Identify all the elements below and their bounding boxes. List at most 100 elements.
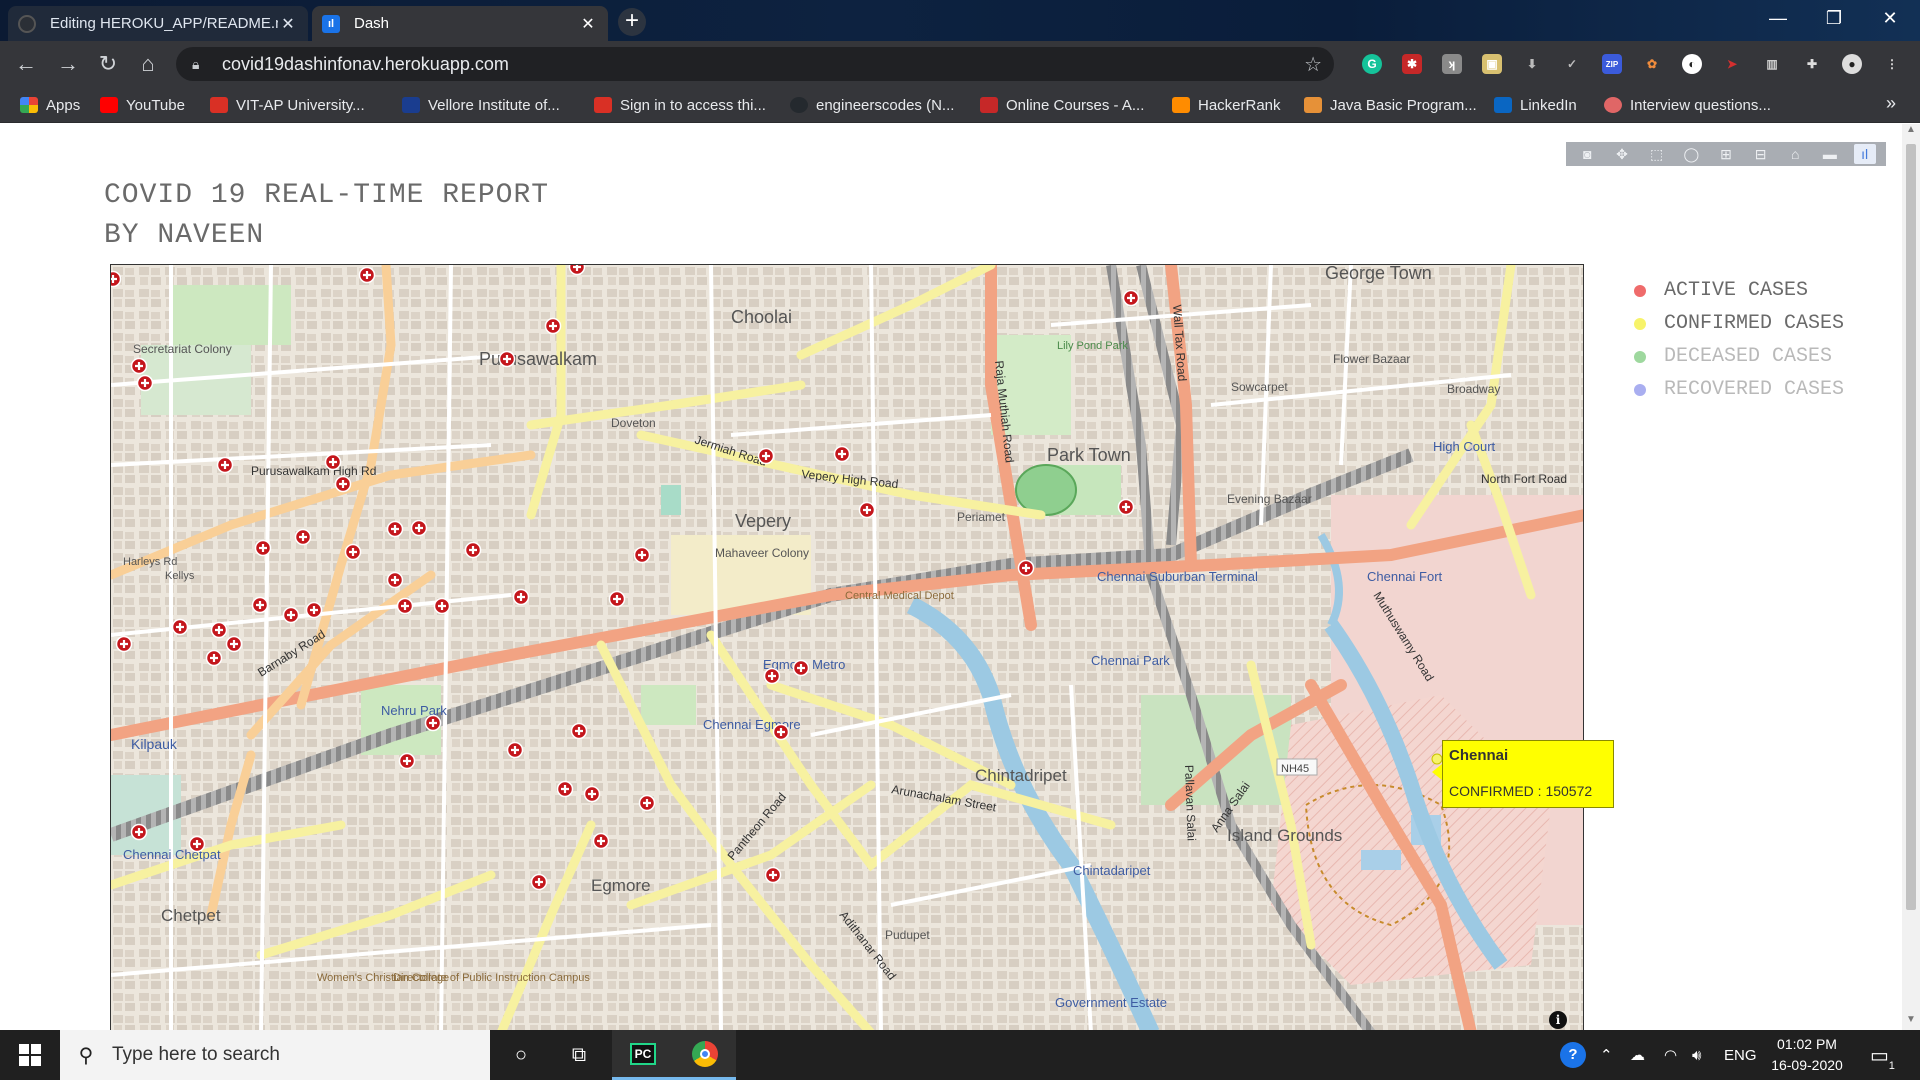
reload-button[interactable]: ↻	[92, 48, 124, 80]
volume-icon[interactable]: 🔊︎	[1692, 1030, 1701, 1080]
eraser-icon[interactable]: ▬	[1819, 144, 1841, 164]
tab-close-icon[interactable]: ✕	[578, 14, 598, 34]
bookmark-engineerscodes[interactable]: engineerscodes (N...	[790, 95, 954, 115]
bookmark-vit-ap[interactable]: VIT-AP University...	[210, 95, 365, 115]
linkedin-icon	[1494, 97, 1512, 113]
bookmark-label: Vellore Institute of...	[428, 96, 560, 114]
map-label: Pudupet	[885, 928, 930, 942]
check-extension-icon[interactable]: ✓	[1562, 54, 1582, 74]
scroll-down-icon[interactable]: ▼	[1902, 1014, 1920, 1030]
zoom-in-icon[interactable]: ⊞	[1715, 144, 1737, 164]
udemy-icon	[980, 97, 998, 113]
task-view-icon[interactable]: ⧉	[548, 1030, 610, 1080]
legend-item-confirmed[interactable]: CONFIRMED CASES	[1634, 307, 1844, 340]
tab-close-icon[interactable]: ✕	[278, 14, 298, 34]
page-scrollbar[interactable]: ▲ ▼	[1902, 124, 1920, 1030]
grammarly-icon[interactable]: G	[1362, 54, 1382, 74]
hospital-marker	[568, 265, 586, 276]
help-icon[interactable]: ?	[1560, 1030, 1586, 1080]
tooltip-pointer	[1432, 764, 1442, 780]
start-button[interactable]	[0, 1030, 60, 1080]
map-label: Kellys	[165, 570, 195, 582]
address-bar[interactable]: 🔒︎ covid19dashinfonav.herokuapp.com ☆	[176, 47, 1334, 81]
zoom-out-icon[interactable]: ⊟	[1750, 144, 1772, 164]
lasso-select-icon[interactable]: ◯	[1680, 144, 1702, 164]
extension-icon[interactable]: ◐	[1682, 54, 1702, 74]
bookmark-java-basic[interactable]: Java Basic Program...	[1304, 95, 1477, 115]
back-button[interactable]: ←	[10, 48, 42, 80]
bookmark-linkedin[interactable]: LinkedIn	[1494, 95, 1577, 115]
new-tab-button[interactable]: +	[618, 8, 646, 36]
bookmark-sign-in[interactable]: Sign in to access thi...	[594, 95, 766, 115]
bookmark-star-icon[interactable]: ☆	[1304, 52, 1322, 77]
chrome-taskbar-icon[interactable]	[674, 1030, 736, 1080]
puzzle-extensions-icon[interactable]: ✚	[1802, 54, 1822, 74]
reset-view-icon[interactable]: ⌂	[1784, 144, 1806, 164]
github-icon	[790, 97, 808, 113]
home-button[interactable]: ⌂	[132, 48, 164, 80]
url-text: covid19dashinfonav.herokuapp.com	[222, 53, 509, 74]
hospital-marker	[570, 722, 588, 740]
bookmark-youtube[interactable]: YouTube	[100, 95, 185, 115]
bookmark-vellore[interactable]: Vellore Institute of...	[402, 95, 560, 115]
camera-icon[interactable]: ◙	[1576, 144, 1598, 164]
chennai-point[interactable]	[1431, 753, 1443, 765]
info-icon[interactable]: i	[1549, 1011, 1567, 1029]
bookmark-hackerrank[interactable]: HackerRank	[1172, 95, 1281, 115]
title-line-2: BY NAVEEN	[104, 220, 265, 251]
hospital-marker	[130, 823, 148, 841]
taskbar-clock[interactable]: 01:02 PM 16-09-2020	[1752, 1034, 1862, 1076]
legend-label: RECOVERED CASES	[1664, 378, 1845, 401]
bookmark-label: Online Courses - A...	[1006, 96, 1145, 114]
bookmarks-overflow-button[interactable]: »	[1886, 93, 1896, 114]
taskbar-search-input[interactable]: ⚲ Type here to search	[60, 1030, 490, 1080]
hospital-marker	[833, 445, 851, 463]
onedrive-icon[interactable]: ☁	[1630, 1030, 1645, 1080]
legend-item-recovered[interactable]: RECOVERED CASES	[1634, 373, 1844, 406]
tray-chevron-icon[interactable]: ⌃	[1600, 1030, 1613, 1080]
scroll-up-icon[interactable]: ▲	[1902, 124, 1920, 140]
youtube-icon	[100, 97, 118, 113]
bookmark-apps[interactable]: Apps	[20, 95, 80, 115]
tab-editing-readme[interactable]: Editing HEROKU_APP/README.m ✕	[8, 6, 308, 41]
close-window-button[interactable]: ✕	[1862, 0, 1918, 36]
minimize-button[interactable]: —	[1750, 0, 1806, 36]
browser-tab-strip: Editing HEROKU_APP/README.m ✕ ıl Dash ✕ …	[0, 0, 1920, 41]
hover-tooltip: Chennai CONFIRMED : 150572	[1442, 740, 1614, 808]
extension-icon[interactable]: ✱	[1402, 54, 1422, 74]
legend-item-active[interactable]: ACTIVE CASES	[1634, 274, 1844, 307]
wifi-icon[interactable]: ◠	[1664, 1030, 1677, 1080]
cortana-icon[interactable]: ○	[490, 1030, 552, 1080]
zip-extension-icon[interactable]: ZIP	[1602, 54, 1622, 74]
reading-list-icon[interactable]: ▥	[1762, 54, 1782, 74]
map-view[interactable]: Choolai Purusawalkam Secretariat Colony …	[110, 264, 1584, 1032]
hospital-marker	[792, 659, 810, 677]
avatar[interactable]: ●	[1842, 54, 1862, 74]
notification-center-icon[interactable]: ▭ 1	[1870, 1030, 1895, 1080]
map-label: Egmore	[591, 876, 651, 895]
extension-icon[interactable]: ✿	[1642, 54, 1662, 74]
hospital-marker	[305, 601, 323, 619]
tab-dash[interactable]: ıl Dash ✕	[312, 6, 608, 41]
forward-button[interactable]: →	[52, 48, 84, 80]
gmail-icon	[594, 97, 612, 113]
image-extension-icon[interactable]: ▣	[1482, 54, 1502, 74]
legend-item-deceased[interactable]: DECEASED CASES	[1634, 340, 1844, 373]
pan-icon[interactable]: ✥	[1611, 144, 1633, 164]
plotly-logo-icon[interactable]: ıl	[1853, 144, 1876, 164]
plot-modebar: ◙ ✥ ⬚ ◯ ⊞ ⊟ ⌂ ▬ ıl	[1566, 142, 1886, 166]
scrollbar-thumb[interactable]	[1906, 144, 1916, 910]
pycharm-taskbar-icon[interactable]: PC	[612, 1030, 674, 1080]
maximize-button[interactable]: ❐	[1806, 0, 1862, 36]
menu-icon[interactable]: ⋮	[1882, 54, 1902, 74]
bookmark-label: Java Basic Program...	[1330, 96, 1477, 114]
dash-page: COVID 19 REAL-TIME REPORT BY NAVEEN ◙ ✥ …	[0, 124, 1902, 1032]
bookmark-online-courses[interactable]: Online Courses - A...	[980, 95, 1144, 115]
box-select-icon[interactable]: ⬚	[1646, 144, 1668, 164]
extension-icon[interactable]: ➤	[1722, 54, 1742, 74]
map-label: Central Medical Depot	[845, 590, 954, 602]
tab-title: Editing HEROKU_APP/README.m	[50, 15, 278, 32]
bookmark-interview[interactable]: Interview questions...	[1604, 95, 1771, 115]
extension-icon[interactable]: ʞ	[1442, 54, 1462, 74]
download-extension-icon[interactable]: ⬇	[1522, 54, 1542, 74]
